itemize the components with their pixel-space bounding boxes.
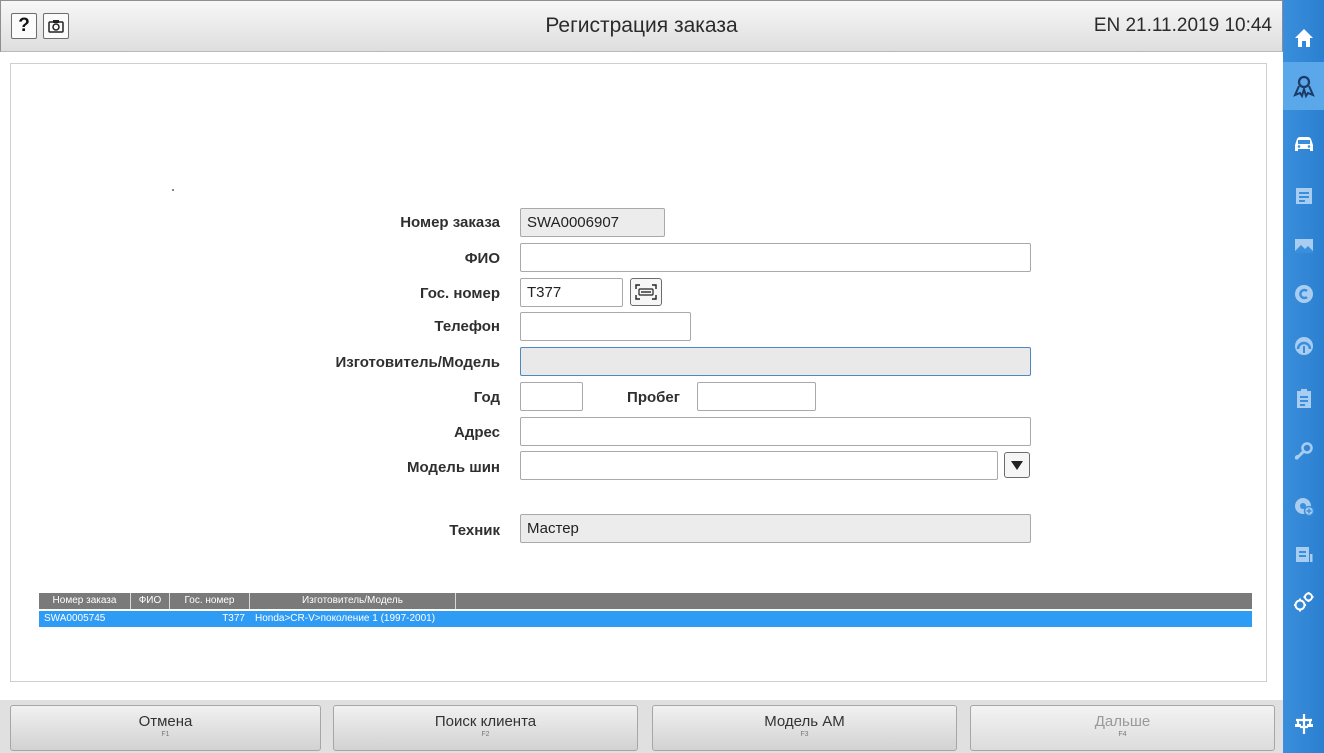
chevron-down-icon	[1011, 460, 1023, 470]
address-label: Адрес	[453, 424, 500, 441]
network-icon	[1294, 714, 1313, 734]
license-plate-scan-icon	[635, 284, 657, 300]
sidebar-item-images	[1283, 222, 1324, 270]
sidebar-item-customer[interactable]	[1283, 62, 1324, 110]
mileage-field[interactable]	[697, 382, 816, 411]
technician-field[interactable]	[520, 514, 1031, 543]
column-header-name[interactable]: ФИО	[131, 593, 170, 609]
row-name	[131, 611, 170, 627]
sidebar-item-settings[interactable]	[1283, 578, 1324, 626]
model-am-button-key: F3	[800, 731, 809, 738]
results-table-header: Номер заказа ФИО Гос. номер Изготовитель…	[39, 593, 1252, 609]
report-icon	[1295, 547, 1312, 562]
model-am-button[interactable]: Модель AM F3	[652, 705, 957, 751]
phone-label: Телефон	[434, 318, 500, 335]
gauge-icon	[1294, 337, 1313, 355]
row-model: Honda>CR-V>поколение 1 (1997-2001)	[255, 613, 436, 624]
tire-model-dropdown-button[interactable]	[1004, 452, 1030, 478]
plate-scan-button[interactable]	[630, 278, 662, 306]
phone-field[interactable]	[520, 312, 691, 341]
checklist-icon	[1296, 389, 1311, 408]
order-number-field[interactable]	[520, 208, 665, 237]
search-client-button[interactable]: Поиск клиента F2	[333, 705, 638, 751]
sidebar-item-home[interactable]	[1283, 14, 1324, 62]
customer-icon	[1292, 75, 1315, 98]
full-name-label: ФИО	[464, 250, 500, 267]
next-button[interactable]: Дальше F4	[970, 705, 1275, 751]
sidebar-item-gauge	[1283, 322, 1324, 370]
tire-model-label: Модель шин	[406, 459, 500, 476]
mileage-label: Пробег	[627, 389, 680, 406]
next-button-label: Дальше	[1094, 713, 1151, 730]
search-client-button-key: F2	[481, 731, 490, 738]
sidebar	[1283, 0, 1324, 753]
bottom-action-bar: Отмена F1 Поиск клиента F2 Модель AM F3 …	[0, 700, 1283, 753]
model-am-button-label: Модель AM	[764, 713, 845, 730]
tire-model-field[interactable]	[520, 451, 998, 480]
tire-add-icon	[1294, 498, 1314, 517]
image-icon	[1294, 239, 1313, 253]
column-header-order[interactable]: Номер заказа	[39, 593, 131, 609]
home-icon	[1294, 29, 1313, 47]
sidebar-item-checklist	[1283, 375, 1324, 423]
status-datetime: EN 21.11.2019 10:44	[1093, 15, 1272, 36]
make-model-field[interactable]	[520, 347, 1031, 376]
c-circle-icon	[1294, 285, 1313, 303]
car-icon	[1294, 137, 1313, 151]
wrench-icon	[1294, 442, 1313, 461]
cancel-button[interactable]: Отмена F1	[10, 705, 321, 751]
sidebar-item-wrench	[1283, 428, 1324, 476]
column-header-model[interactable]: Изготовитель/Модель	[250, 593, 456, 609]
sidebar-item-c	[1283, 270, 1324, 318]
page-title: Регистрация заказа	[545, 14, 738, 37]
stray-dot	[172, 189, 174, 191]
sidebar-item-document	[1283, 172, 1324, 220]
search-client-button-label: Поиск клиента	[434, 713, 537, 730]
technician-label: Техник	[449, 522, 500, 539]
row-order: SWA0005745	[44, 613, 106, 624]
plate-label: Гос. номер	[419, 285, 500, 302]
order-number-label: Номер заказа	[400, 214, 500, 231]
address-field[interactable]	[520, 417, 1031, 446]
cancel-button-label: Отмена	[138, 713, 193, 730]
title-bar: ? Регистрация заказа EN 21.11.2019 10:44	[0, 0, 1283, 52]
sidebar-item-vehicle[interactable]	[1283, 120, 1324, 168]
table-row[interactable]: SWA0005745 T377 Honda>CR-V>поколение 1 (…	[39, 611, 1252, 627]
document-icon	[1295, 188, 1312, 204]
column-header-plate[interactable]: Гос. номер	[170, 593, 250, 609]
make-model-label: Изготовитель/Модель	[335, 354, 500, 371]
next-button-key: F4	[1118, 731, 1127, 738]
sidebar-item-report	[1283, 530, 1324, 578]
row-plate: T377	[222, 613, 245, 624]
settings-icon	[1293, 592, 1313, 612]
cancel-button-key: F1	[161, 731, 170, 738]
plate-field[interactable]	[520, 278, 623, 307]
sidebar-item-tire-add	[1283, 482, 1324, 530]
sidebar-item-network[interactable]	[1283, 700, 1324, 748]
full-name-field[interactable]	[520, 243, 1031, 272]
